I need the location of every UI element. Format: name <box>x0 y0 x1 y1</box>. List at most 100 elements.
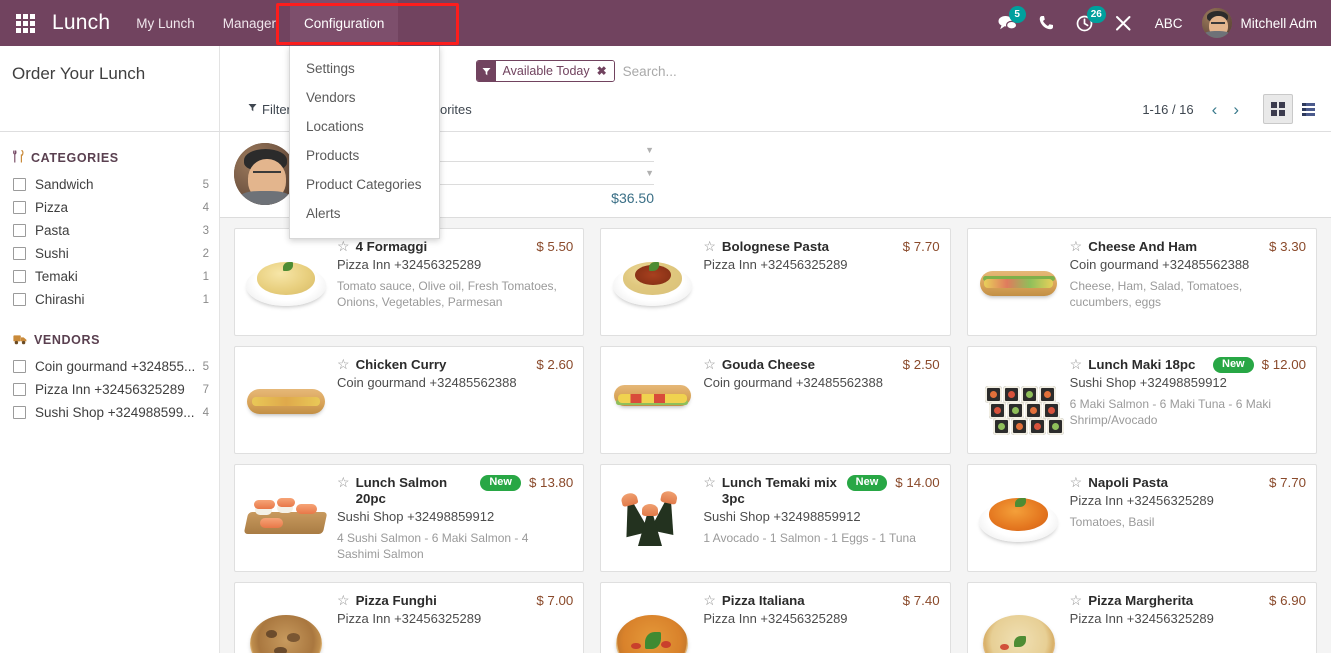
product-card[interactable]: ☆ Pizza Italiana $ 7.40 Pizza Inn +32456… <box>600 582 951 653</box>
checkbox[interactable] <box>13 383 26 396</box>
favorite-star-icon[interactable]: ☆ <box>703 357 716 372</box>
product-price: $ 7.00 <box>536 593 574 608</box>
apps-grid-icon[interactable] <box>8 6 42 40</box>
sidebar-item-sandwich[interactable]: Sandwich 5 <box>0 173 219 196</box>
sidebar-item-pasta[interactable]: Pasta 3 <box>0 219 219 242</box>
product-price: $ 7.40 <box>902 593 940 608</box>
lunch-utensils-icon[interactable] <box>1104 0 1143 46</box>
product-card[interactable]: ☆ Lunch Salmon 20pc New $ 13.80 Sushi Sh… <box>234 464 585 572</box>
product-card-body: ☆ Pizza Italiana $ 7.40 Pizza Inn +32456… <box>703 593 939 653</box>
pager-previous-button[interactable]: ‹ <box>1204 101 1226 118</box>
favorite-star-icon[interactable]: ☆ <box>337 593 350 608</box>
checkbox[interactable] <box>13 247 26 260</box>
product-vendor: Sushi Shop +32498859912 <box>337 509 495 524</box>
product-vendor: Sushi Shop +32498859912 <box>1069 375 1227 390</box>
sidebar-item-pizza-inn[interactable]: Pizza Inn +32456325289 7 <box>0 378 219 401</box>
kanban-view-button[interactable] <box>1263 94 1293 124</box>
product-price: $ 13.80 <box>528 475 574 490</box>
product-image-sandwich-gouda <box>609 365 695 435</box>
search-facet-label: Available Today <box>495 61 594 81</box>
product-vendor: Pizza Inn +32456325289 <box>1069 493 1214 508</box>
product-name: Gouda Cheese <box>721 357 815 372</box>
sidebar-item-pizza[interactable]: Pizza 4 <box>0 196 219 219</box>
favorite-star-icon[interactable]: ☆ <box>1070 357 1083 372</box>
sidebar-item-temaki[interactable]: Temaki 1 <box>0 265 219 288</box>
checkbox[interactable] <box>13 270 26 283</box>
avatar <box>234 142 296 205</box>
menu-item-my-lunch[interactable]: My Lunch <box>122 0 209 46</box>
product-card[interactable]: ☆ Pizza Margherita $ 6.90 Pizza Inn +324… <box>966 582 1317 653</box>
sidebar-item-label: Pizza <box>35 200 69 215</box>
list-icon <box>1301 102 1315 116</box>
sidebar-item-chirashi[interactable]: Chirashi 1 <box>0 288 219 311</box>
product-vendor: Pizza Inn +32456325289 <box>337 611 482 626</box>
product-card[interactable]: ☆ Bolognese Pasta $ 7.70 Pizza Inn +3245… <box>600 228 951 336</box>
activities-clock-icon[interactable]: 26 <box>1065 0 1106 46</box>
product-image-pasta-napoli <box>976 483 1062 553</box>
product-vendor: Pizza Inn +32456325289 <box>337 257 482 272</box>
dropdown-item-vendors[interactable]: Vendors <box>290 83 439 112</box>
checkbox[interactable] <box>13 224 26 237</box>
favorite-star-icon[interactable]: ☆ <box>1070 239 1083 254</box>
pager-next-button[interactable]: › <box>1225 101 1247 118</box>
user-name-label: Mitchell Adm <box>1240 15 1317 31</box>
product-image-pizza-italiana <box>609 601 695 653</box>
product-card-body: ☆ Gouda Cheese $ 2.50 Coin gourmand +324… <box>703 357 939 443</box>
menu-item-manager[interactable]: Manager <box>209 0 290 46</box>
favorite-star-icon[interactable]: ☆ <box>337 357 350 372</box>
list-view-button[interactable] <box>1293 94 1323 124</box>
new-badge: New <box>846 475 888 491</box>
search-bar: Available Today ✖ <box>475 58 1076 84</box>
product-card[interactable]: ☆ Cheese And Ham $ 3.30 Coin gourmand +3… <box>966 228 1317 336</box>
dropdown-item-alerts[interactable]: Alerts <box>290 199 439 228</box>
sidebar-item-coin-gourmand[interactable]: Coin gourmand +324855... 5 <box>0 355 219 378</box>
checkbox[interactable] <box>13 178 26 191</box>
sidebar-item-sushi[interactable]: Sushi 2 <box>0 242 219 265</box>
user-menu[interactable]: Mitchell Adm <box>1194 0 1327 46</box>
product-card[interactable]: ☆ Lunch Maki 18pc New $ 12.00 Sushi Shop… <box>966 346 1317 454</box>
product-name: Pizza Funghi <box>355 593 437 608</box>
favorite-star-icon[interactable]: ☆ <box>703 593 716 608</box>
dropdown-item-products[interactable]: Products <box>290 141 439 170</box>
company-switcher[interactable]: ABC <box>1143 16 1195 31</box>
checkbox[interactable] <box>13 360 26 373</box>
favorite-star-icon[interactable]: ☆ <box>337 475 350 490</box>
messages-icon[interactable]: 5 <box>987 0 1028 46</box>
checkbox[interactable] <box>13 406 26 419</box>
favorite-star-icon[interactable]: ☆ <box>337 239 350 254</box>
menu-item-configuration[interactable]: Configuration <box>290 0 399 46</box>
product-name: Lunch Maki 18pc <box>1088 357 1196 372</box>
dropdown-item-locations[interactable]: Locations <box>290 112 439 141</box>
product-image-pasta-bolognese <box>609 247 695 317</box>
favorite-star-icon[interactable]: ☆ <box>703 239 716 254</box>
product-card[interactable]: ☆ Gouda Cheese $ 2.50 Coin gourmand +324… <box>600 346 951 454</box>
sidebar-vendors-title: VENDORS <box>34 333 101 347</box>
product-vendor: Coin gourmand +32485562388 <box>337 375 517 390</box>
app-brand-title[interactable]: Lunch <box>46 11 122 35</box>
sidebar-item-sushi-shop[interactable]: Sushi Shop +324988599... 4 <box>0 401 219 424</box>
phone-icon[interactable] <box>1028 0 1065 46</box>
product-image-maki <box>976 365 1064 436</box>
product-image-salmon-board <box>243 483 329 553</box>
product-card[interactable]: ☆ Lunch Temaki mix 3pc New $ 14.00 Sushi… <box>600 464 951 572</box>
dropdown-item-settings[interactable]: Settings <box>290 54 439 83</box>
view-switcher <box>1263 94 1323 124</box>
product-card[interactable]: ☆ 4 Formaggi $ 5.50 Pizza Inn +324563252… <box>234 228 585 336</box>
search-input[interactable] <box>614 60 1076 82</box>
toolbar-right: 1-16 / 16 ‹ › <box>1142 94 1323 124</box>
favorite-star-icon[interactable]: ☆ <box>1070 475 1083 490</box>
dropdown-item-product-categories[interactable]: Product Categories <box>290 170 439 199</box>
product-card[interactable]: ☆ Napoli Pasta $ 7.70 Pizza Inn +3245632… <box>966 464 1317 572</box>
close-icon[interactable]: ✖ <box>593 61 614 81</box>
favorite-star-icon[interactable]: ☆ <box>703 475 716 490</box>
product-card[interactable]: ☆ Chicken Curry $ 2.60 Coin gourmand +32… <box>234 346 585 454</box>
checkbox[interactable] <box>13 201 26 214</box>
search-facet-available-today[interactable]: Available Today ✖ <box>475 60 615 82</box>
avatar <box>1202 8 1233 38</box>
checkbox[interactable] <box>13 293 26 306</box>
sidebar-categories-title: CATEGORIES <box>31 150 119 165</box>
product-card[interactable]: ☆ Pizza Funghi $ 7.00 Pizza Inn +3245632… <box>234 582 585 653</box>
favorite-star-icon[interactable]: ☆ <box>1070 593 1083 608</box>
product-image-sandwich-sub <box>976 247 1062 317</box>
